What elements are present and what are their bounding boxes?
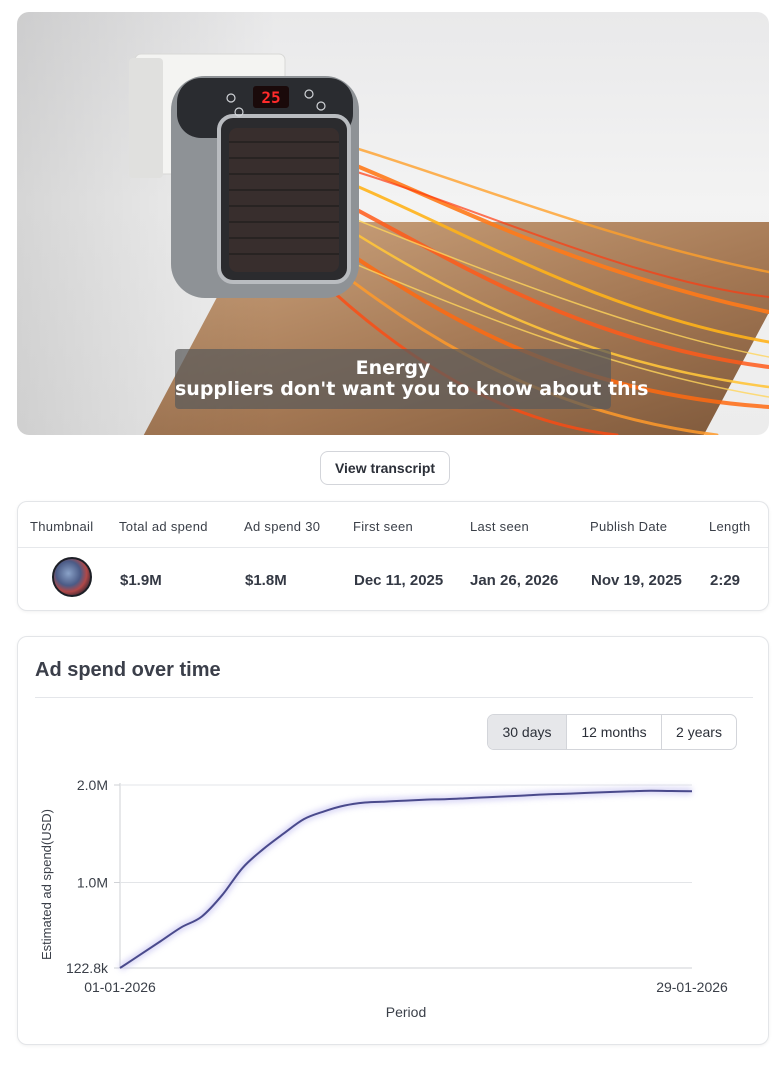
view-transcript-button[interactable]: View transcript: [320, 451, 450, 485]
ad-thumbnail-avatar[interactable]: [52, 557, 92, 597]
stats-header-row: Thumbnail Total ad spend Ad spend 30 Fir…: [18, 502, 768, 548]
x-tick-label: 01-01-2026: [84, 979, 156, 995]
caption-line-1: Energy: [355, 357, 431, 379]
header-last-seen: Last seen: [470, 519, 530, 534]
first-seen-value: Dec 11, 2025: [354, 572, 444, 589]
length-value: 2:29: [710, 572, 741, 589]
header-thumbnail: Thumbnail: [30, 519, 94, 534]
total-ad-spend-value: $1.9M: [120, 572, 162, 589]
y-tick-label: 1.0M: [77, 874, 108, 890]
y-axis-label: Estimated ad spend(USD): [39, 809, 54, 960]
x-tick-label: 29-01-2026: [656, 979, 728, 995]
video-player[interactable]: 25 Energy suppliers don't want you to kn…: [17, 12, 769, 435]
video-caption: Energy suppliers don't want you to know …: [175, 349, 649, 409]
caption-line-2: suppliers don't want you to know about t…: [175, 378, 649, 400]
y-tick-label: 2.0M: [77, 777, 108, 793]
y-tick-label: 122.8k: [66, 960, 109, 976]
series-line: [119, 789, 693, 969]
svg-text:25: 25: [261, 88, 280, 107]
ad-spend-30-value: $1.8M: [245, 572, 287, 589]
last-seen-value: Jan 26, 2026: [470, 572, 559, 589]
header-first-seen: First seen: [353, 519, 414, 534]
x-axis-label: Period: [386, 1004, 426, 1020]
ad-spend-chart-card: Ad spend over time 30 days 12 months 2 y…: [17, 636, 769, 1045]
series-line-glow: [118, 787, 693, 971]
header-publish-date: Publish Date: [590, 519, 668, 534]
header-ad-spend-30: Ad spend 30: [244, 519, 321, 534]
publish-date-value: Nov 19, 2025: [591, 572, 682, 589]
header-total-ad-spend: Total ad spend: [119, 519, 208, 534]
header-length: Length: [709, 519, 751, 534]
ad-spend-line-chart: 122.8k 1.0M 2.0M 01-01-2026 29-01-2026 Period…: [39, 777, 728, 1020]
ad-stats-table: Thumbnail Total ad spend Ad spend 30 Fir…: [17, 501, 769, 611]
